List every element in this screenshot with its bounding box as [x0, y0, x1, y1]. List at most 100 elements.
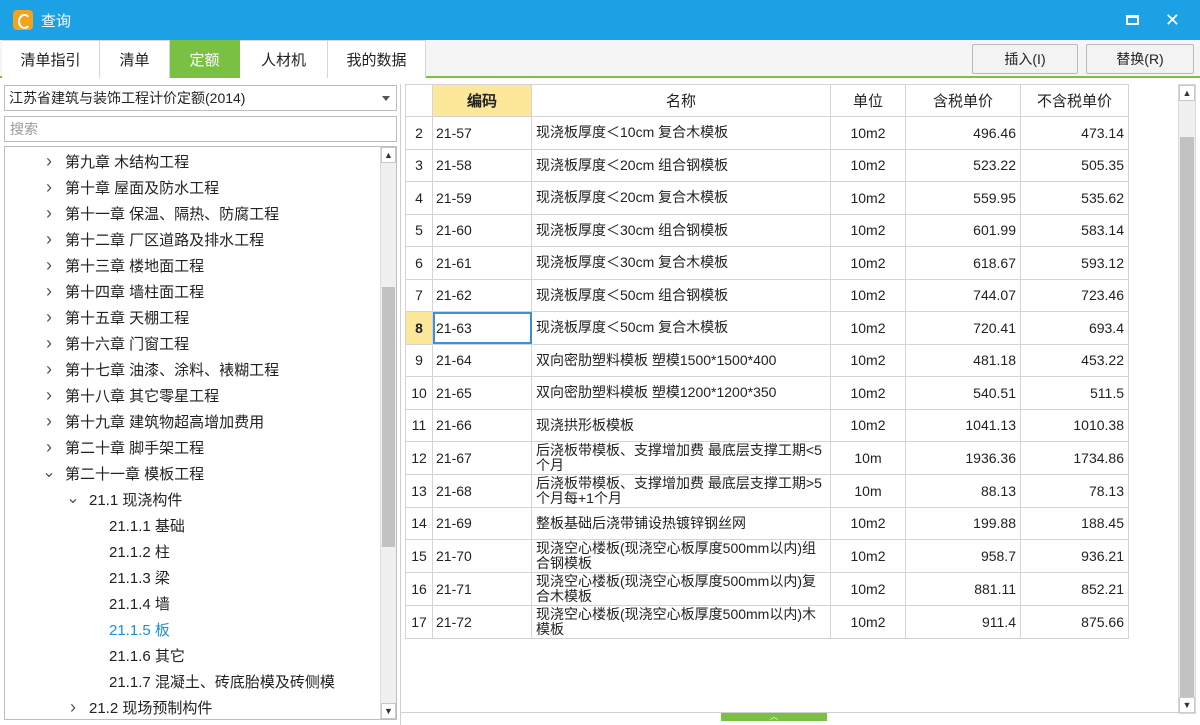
price-notax-header[interactable]: 不含税单价: [1020, 84, 1129, 117]
code-cell[interactable]: 21-72: [432, 605, 532, 639]
price-tax-cell[interactable]: 199.88: [905, 506, 1021, 540]
unit-cell[interactable]: 10m2: [830, 506, 906, 540]
price-notax-cell[interactable]: 473.14: [1020, 116, 1129, 150]
tree-item[interactable]: ⌄ 21.1 现浇构件: [65, 486, 182, 512]
code-cell[interactable]: 21-69: [432, 506, 532, 540]
tree-item[interactable]: › 第十五章 天棚工程: [41, 304, 189, 330]
scroll-up-icon[interactable]: ▲: [1179, 85, 1195, 101]
price-notax-cell[interactable]: 511.5: [1020, 376, 1129, 410]
name-cell[interactable]: 现浇板厚度＜20cm 组合钢模板: [531, 148, 831, 182]
unit-cell[interactable]: 10m2: [830, 376, 906, 410]
unit-cell[interactable]: 10m2: [830, 408, 906, 442]
name-cell[interactable]: 双向密肋塑料模板 塑模1200*1200*350: [531, 376, 831, 410]
code-cell[interactable]: 21-62: [432, 278, 532, 312]
code-cell[interactable]: 21-65: [432, 376, 532, 410]
price-tax-cell[interactable]: 1041.13: [905, 408, 1021, 442]
maximize-icon[interactable]: [1125, 15, 1139, 25]
price-notax-cell[interactable]: 583.14: [1020, 213, 1129, 247]
name-cell[interactable]: 双向密肋塑料模板 塑模1500*1500*400: [531, 343, 831, 377]
code-cell[interactable]: 21-63: [432, 311, 532, 345]
chevron-right-icon[interactable]: ›: [41, 411, 57, 432]
row-number-cell[interactable]: 3: [405, 148, 433, 182]
price-tax-cell[interactable]: 1936.36: [905, 441, 1021, 475]
chevron-right-icon[interactable]: ›: [41, 385, 57, 406]
chevron-right-icon[interactable]: ›: [41, 203, 57, 224]
tree-item[interactable]: › 第十二章 厂区道路及排水工程: [41, 226, 264, 252]
insert-button[interactable]: 插入(I): [972, 44, 1078, 74]
unit-cell[interactable]: 10m2: [830, 311, 906, 345]
dropdown-arrow-icon[interactable]: [382, 96, 390, 101]
tree-item[interactable]: › 第十七章 油漆、涂料、裱糊工程: [41, 356, 279, 382]
table-row[interactable]: 12 21-67 后浇板带模板、支撑增加费 最底层支撑工期<5个月 10m 1936.3…: [405, 441, 1129, 475]
code-cell[interactable]: 21-64: [432, 343, 532, 377]
price-tax-cell[interactable]: 618.67: [905, 246, 1021, 280]
price-tax-cell[interactable]: 958.7: [905, 539, 1021, 573]
price-tax-cell[interactable]: 523.22: [905, 148, 1021, 182]
row-number-cell[interactable]: 11: [405, 408, 433, 442]
table-row[interactable]: 9 21-64 双向密肋塑料模板 塑模1500*1500*400 10m2 481.18…: [405, 343, 1129, 377]
unit-cell[interactable]: 10m2: [830, 181, 906, 215]
price-tax-cell[interactable]: 911.4: [905, 605, 1021, 639]
table-row[interactable]: 3 21-58 现浇板厚度＜20cm 组合钢模板 10m2 523.22 505.35: [405, 148, 1129, 182]
code-cell[interactable]: 21-61: [432, 246, 532, 280]
row-number-cell[interactable]: 5: [405, 213, 433, 247]
close-icon[interactable]: ✕: [1165, 11, 1180, 29]
table-row[interactable]: 13 21-68 后浇板带模板、支撑增加费 最底层支撑工期>5个月每+1个月 10m 8…: [405, 473, 1129, 508]
tree-item[interactable]: 21.1.6 其它: [109, 642, 185, 668]
tree-item[interactable]: › 第十三章 楼地面工程: [41, 252, 204, 278]
price-tax-cell[interactable]: 881.11: [905, 572, 1021, 606]
code-cell[interactable]: 21-58: [432, 148, 532, 182]
chevron-right-icon[interactable]: ›: [41, 229, 57, 250]
name-cell[interactable]: 现浇空心楼板(现浇空心板厚度500mm以内)复合木模板: [531, 572, 831, 606]
tree-item[interactable]: › 第十九章 建筑物超高增加费用: [41, 408, 264, 434]
price-tax-cell[interactable]: 744.07: [905, 278, 1021, 312]
row-number-cell[interactable]: 4: [405, 181, 433, 215]
price-tax-header[interactable]: 含税单价: [905, 84, 1021, 117]
scroll-thumb[interactable]: [382, 287, 395, 547]
table-row[interactable]: 6 21-61 现浇板厚度＜30cm 复合木模板 10m2 618.67 593.12: [405, 246, 1129, 280]
tree-item[interactable]: 21.1.2 柱: [109, 538, 170, 564]
tree-item[interactable]: › 第九章 木结构工程: [41, 148, 189, 174]
name-cell[interactable]: 现浇板厚度＜20cm 复合木模板: [531, 181, 831, 215]
row-number-cell[interactable]: 12: [405, 441, 433, 475]
name-cell[interactable]: 现浇拱形板模板: [531, 408, 831, 442]
tree-scrollbar[interactable]: ▲ ▼: [380, 147, 396, 719]
tab-labor-material-machine[interactable]: 人材机: [240, 40, 328, 78]
name-cell[interactable]: 现浇板厚度＜30cm 组合钢模板: [531, 213, 831, 247]
unit-cell[interactable]: 10m2: [830, 148, 906, 182]
tree-item[interactable]: › 21.2 现场预制构件: [65, 694, 212, 719]
tree-item[interactable]: › 第十四章 墙柱面工程: [41, 278, 204, 304]
chevron-right-icon[interactable]: ›: [41, 281, 57, 302]
name-cell[interactable]: 后浇板带模板、支撑增加费 最底层支撑工期>5个月每+1个月: [531, 473, 831, 508]
table-row[interactable]: 16 21-71 现浇空心楼板(现浇空心板厚度500mm以内)复合木模板 10m2 88…: [405, 572, 1129, 606]
code-cell[interactable]: 21-68: [432, 473, 532, 508]
table-row[interactable]: 11 21-66 现浇拱形板模板 10m2 1041.13 1010.38: [405, 408, 1129, 442]
price-tax-cell[interactable]: 88.13: [905, 473, 1021, 508]
tree-item[interactable]: › 第二十章 脚手架工程: [41, 434, 204, 460]
chevron-right-icon[interactable]: ›: [41, 359, 57, 380]
unit-cell[interactable]: 10m2: [830, 116, 906, 150]
tab-quota[interactable]: 定额: [170, 40, 240, 78]
name-header[interactable]: 名称: [531, 84, 831, 117]
row-number-cell[interactable]: 15: [405, 539, 433, 573]
chevron-right-icon[interactable]: ›: [41, 255, 57, 276]
chevron-right-icon[interactable]: ›: [65, 697, 81, 718]
price-notax-cell[interactable]: 593.12: [1020, 246, 1129, 280]
price-tax-cell[interactable]: 720.41: [905, 311, 1021, 345]
tree-item[interactable]: 21.1.7 混凝土、砖底胎模及砖侧模: [109, 668, 335, 694]
chevron-right-icon[interactable]: ›: [41, 177, 57, 198]
price-tax-cell[interactable]: 481.18: [905, 343, 1021, 377]
price-notax-cell[interactable]: 1010.38: [1020, 408, 1129, 442]
unit-cell[interactable]: 10m2: [830, 605, 906, 639]
name-cell[interactable]: 整板基础后浇带铺设热镀锌钢丝网: [531, 506, 831, 540]
tree-item[interactable]: 21.1.1 基础: [109, 512, 185, 538]
tree-item[interactable]: 21.1.4 墙: [109, 590, 170, 616]
price-notax-cell[interactable]: 936.21: [1020, 539, 1129, 573]
unit-cell[interactable]: 10m2: [830, 278, 906, 312]
price-tax-cell[interactable]: 559.95: [905, 181, 1021, 215]
grid-scrollbar[interactable]: ▲ ▼: [1178, 84, 1196, 714]
tree-item[interactable]: › 第十章 屋面及防水工程: [41, 174, 219, 200]
unit-cell[interactable]: 10m2: [830, 246, 906, 280]
code-cell[interactable]: 21-70: [432, 539, 532, 573]
search-input[interactable]: 搜索: [4, 116, 397, 142]
